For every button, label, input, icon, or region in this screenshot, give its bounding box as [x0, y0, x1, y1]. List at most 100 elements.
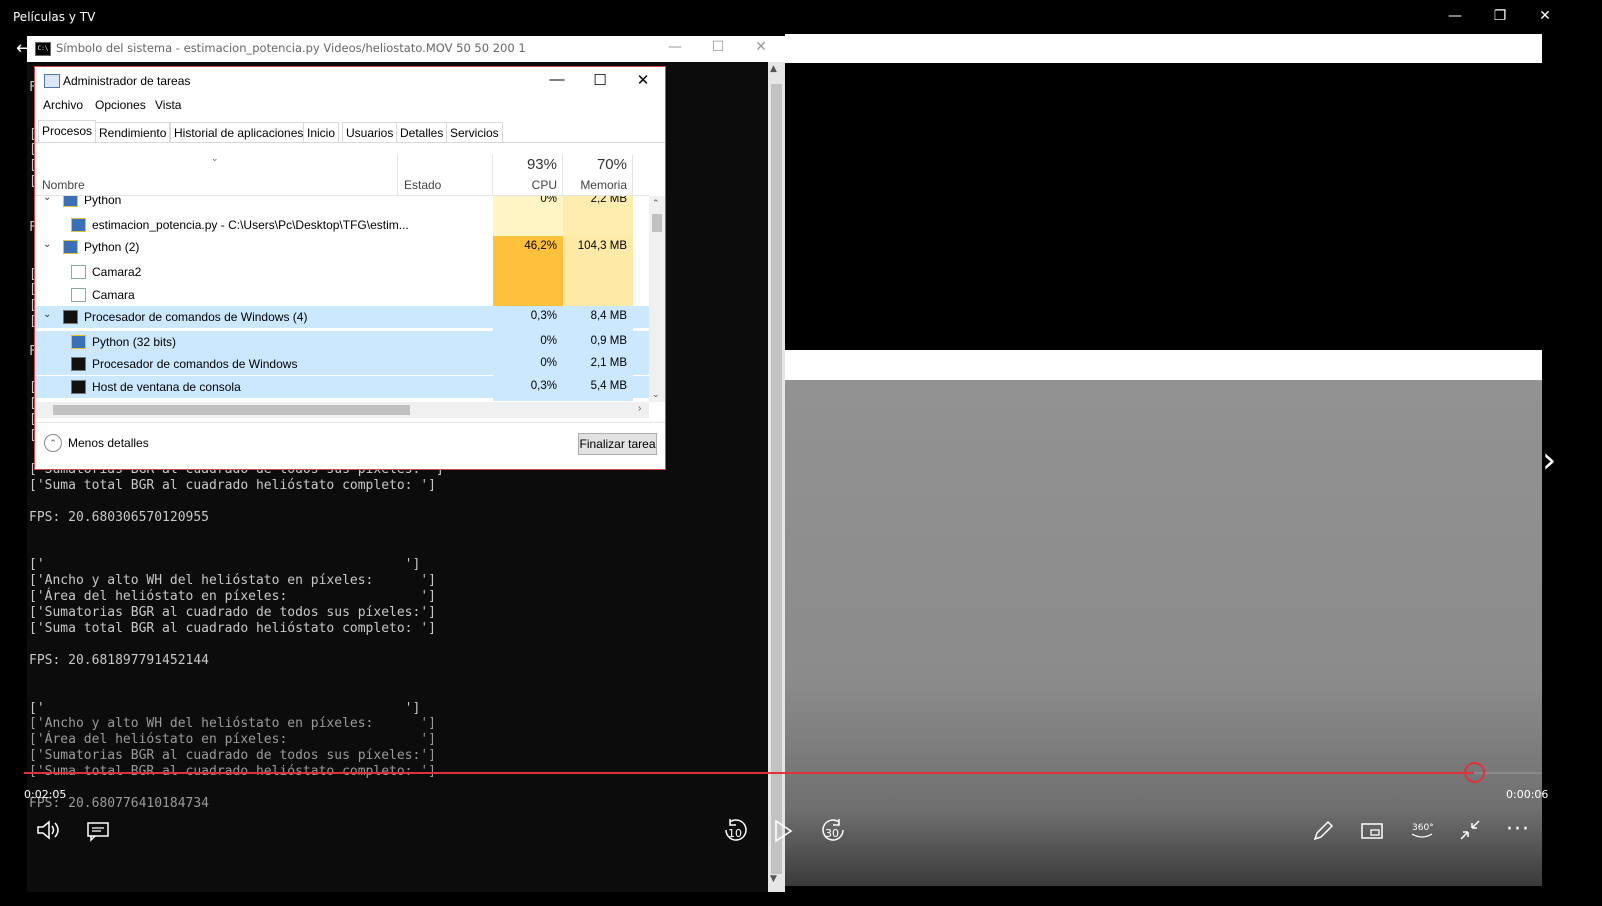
- chevron-up-icon[interactable]: ⌃: [44, 434, 62, 452]
- skip-forward-30-icon[interactable]: 30: [818, 817, 848, 849]
- cmd-line: ['Área del helióstato en píxeles: ']: [29, 732, 436, 748]
- process-row[interactable]: ⌄ Python (2) 46,2% 104,3 MB: [35, 236, 649, 261]
- tm-minimize-button[interactable]: —: [542, 71, 572, 88]
- tab-inicio[interactable]: Inicio: [303, 122, 340, 143]
- column-divider: [397, 155, 398, 195]
- next-arrow-icon[interactable]: ›: [1542, 440, 1562, 481]
- skip-back-label: 10: [728, 827, 742, 840]
- cmd-scrollbar-thumb[interactable]: [771, 84, 782, 874]
- tab-historial[interactable]: Historial de aplicaciones: [170, 122, 308, 143]
- process-row[interactable]: Camara2: [35, 261, 649, 286]
- window-icon: [71, 288, 86, 302]
- process-list[interactable]: ⌄ Python 0% 2,2 MB estimacion_potencia.py - …: [35, 196, 649, 402]
- menu-vista[interactable]: Vista: [155, 98, 181, 112]
- cmd-titlebar[interactable]: C:\ Símbolo del sistema - estimacion_pot…: [27, 36, 785, 63]
- console-icon: [63, 310, 78, 324]
- process-row[interactable]: ⌄ Procesador de comandos de Windows (4) 0,…: [35, 306, 649, 331]
- process-row[interactable]: Camara: [35, 284, 649, 310]
- minimize-button[interactable]: —: [1440, 8, 1470, 24]
- footer-divider: [35, 422, 665, 423]
- expand-chevron-icon[interactable]: ⌄: [43, 309, 51, 320]
- console-icon: [71, 380, 86, 394]
- process-list-hscrollbar-thumb[interactable]: [53, 405, 410, 415]
- play-icon[interactable]: [772, 818, 794, 848]
- restore-button[interactable]: ❐: [1485, 8, 1515, 24]
- task-manager-icon: [44, 74, 60, 88]
- sort-chevron-icon[interactable]: ⌄: [211, 153, 219, 164]
- expand-chevron-icon[interactable]: ⌄: [43, 196, 51, 203]
- cmd-line: ['Sumatorias BGR al cuadrado de todos su…: [29, 748, 436, 764]
- scroll-down-icon[interactable]: ⌄: [652, 389, 660, 400]
- process-memory: 104,3 MB: [577, 240, 627, 252]
- seek-thumb[interactable]: [1464, 762, 1485, 783]
- process-row[interactable]: Procesador de comandos de Windows 0% 2,1 M…: [35, 353, 649, 378]
- python-icon: [63, 196, 78, 207]
- menu-archivo[interactable]: Archivo: [43, 98, 83, 112]
- process-cpu: 0%: [540, 357, 557, 369]
- exit-fullscreen-icon[interactable]: [1458, 818, 1482, 846]
- cmd-line: ['Suma total BGR al cuadrado helióstato …: [29, 477, 436, 493]
- python-icon: [71, 218, 86, 232]
- skip-back-10-icon[interactable]: 10: [721, 817, 751, 849]
- tab-divider: [35, 142, 665, 143]
- pencil-icon[interactable]: [1311, 819, 1335, 847]
- process-cpu: 0%: [540, 196, 557, 205]
- cmd-scroll-up-icon[interactable]: ▲: [770, 64, 777, 74]
- cpu-cell-heat: [493, 261, 563, 286]
- process-memory: 8,4 MB: [590, 310, 627, 322]
- process-row[interactable]: estimacion_potencia.py - C:\Users\Pc\Des…: [35, 214, 649, 239]
- process-row[interactable]: Host de ventana de consola 0,3% 5,4 MB: [35, 376, 649, 401]
- process-cpu: 0,3%: [530, 380, 557, 392]
- process-memory: 5,4 MB: [590, 380, 627, 392]
- cmd-line: ['Ancho y alto WH del helióstato en píxe…: [29, 716, 436, 732]
- cmd-close-button[interactable]: ✕: [746, 39, 776, 55]
- python-icon: [63, 240, 78, 254]
- process-name: Camara2: [92, 265, 142, 279]
- 360-video-icon[interactable]: 360°: [1408, 818, 1436, 846]
- process-row[interactable]: ⌄ Python 0% 2,2 MB: [35, 196, 649, 214]
- tm-maximize-button[interactable]: ☐: [585, 71, 615, 89]
- column-estado[interactable]: Estado: [404, 178, 441, 192]
- process-memory: 2,1 MB: [590, 357, 627, 369]
- tab-usuarios[interactable]: Usuarios: [342, 122, 398, 143]
- mini-view-icon[interactable]: [1360, 820, 1384, 846]
- tm-close-button[interactable]: ✕: [628, 71, 658, 89]
- expand-chevron-icon[interactable]: ⌄: [43, 239, 51, 250]
- process-list-scrollbar-thumb[interactable]: [652, 214, 662, 232]
- cmd-line: [' ']: [29, 700, 421, 716]
- task-manager-window[interactable]: Administrador de tareas — ☐ ✕ Archivo Op…: [34, 66, 666, 470]
- close-button[interactable]: ✕: [1530, 8, 1560, 24]
- process-name: estimacion_potencia.py - C:\Users\Pc\Des…: [92, 218, 409, 232]
- process-name: Python (2): [84, 240, 140, 254]
- svg-text:360°: 360°: [1412, 823, 1434, 833]
- process-cpu: 0%: [540, 335, 557, 347]
- seek-bar-played[interactable]: [24, 772, 1542, 774]
- process-memory: 2,2 MB: [590, 196, 627, 205]
- column-nombre[interactable]: Nombre: [42, 178, 85, 192]
- process-cpu: 0,3%: [530, 310, 557, 322]
- menu-opciones[interactable]: Opciones: [95, 98, 146, 112]
- cmd-scroll-down-icon[interactable]: ▼: [770, 874, 777, 884]
- process-name: Python (32 bits): [92, 335, 177, 349]
- end-task-button[interactable]: Finalizar tarea: [578, 433, 657, 455]
- cmd-maximize-button[interactable]: ☐: [703, 39, 733, 55]
- scroll-right-icon[interactable]: ›: [638, 403, 641, 414]
- column-divider: [632, 155, 633, 195]
- column-cpu[interactable]: CPU: [493, 178, 557, 192]
- subtitles-icon[interactable]: [86, 820, 110, 846]
- tab-procesos[interactable]: Procesos: [38, 120, 97, 143]
- cmd-line: [' ']: [29, 557, 421, 573]
- tab-rendimiento[interactable]: Rendimiento: [95, 122, 171, 143]
- column-memoria[interactable]: Memoria: [563, 178, 627, 192]
- less-details-link[interactable]: Menos detalles: [68, 436, 149, 450]
- volume-icon[interactable]: [36, 819, 62, 845]
- tab-detalles[interactable]: Detalles: [396, 122, 448, 143]
- cpu-total: 93%: [526, 156, 557, 173]
- more-options-icon[interactable]: ···: [1506, 817, 1530, 842]
- tab-servicios[interactable]: Servicios: [446, 122, 503, 143]
- video-letterbox-strip-middle: [785, 350, 1542, 380]
- cmd-minimize-button[interactable]: —: [660, 39, 690, 55]
- scroll-up-icon[interactable]: ⌃: [652, 198, 660, 209]
- skip-forward-label: 30: [825, 827, 839, 840]
- process-row[interactable]: Python (32 bits) 0% 0,9 MB: [35, 331, 649, 356]
